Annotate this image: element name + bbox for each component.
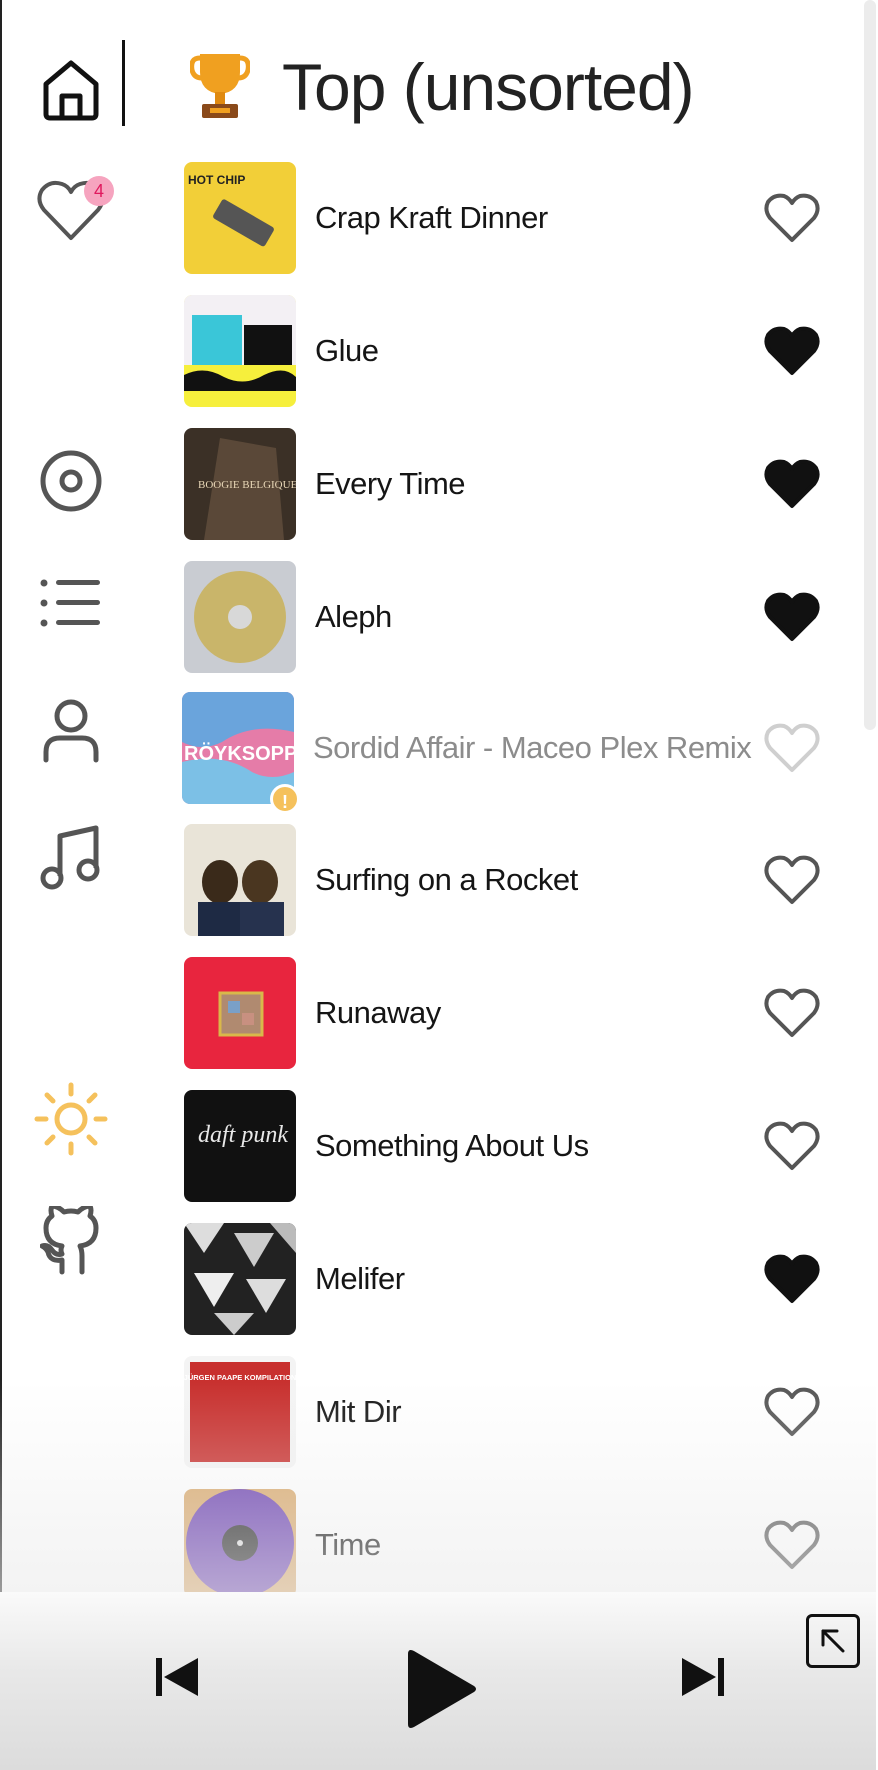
- heart-outline-icon[interactable]: [764, 192, 820, 244]
- album-art-hotchip: HOT CHIP: [188, 173, 274, 247]
- album-art-boogie-belgique: BOOGIE BELGIQUE: [198, 438, 296, 540]
- song-row[interactable]: Aleph: [184, 561, 834, 673]
- song-title: Aleph: [315, 599, 392, 634]
- page-title: Top (unsorted): [282, 50, 695, 124]
- album-cover: [184, 561, 296, 673]
- song-title: Time: [315, 1527, 381, 1562]
- song-row[interactable]: Time: [184, 1489, 834, 1601]
- heart-filled-icon[interactable]: [764, 325, 820, 377]
- heart-outline-icon[interactable]: [764, 722, 820, 774]
- previous-track-icon[interactable]: [154, 1654, 200, 1700]
- song-title: Runaway: [315, 995, 441, 1030]
- next-track-icon[interactable]: [680, 1654, 726, 1700]
- song-row[interactable]: HOT CHIP Crap Kraft Dinner: [184, 162, 834, 274]
- heart-outline-icon[interactable]: [764, 854, 820, 906]
- header: Top (unsorted): [0, 0, 878, 160]
- song-title: Every Time: [315, 466, 466, 501]
- album-art-aleph: [194, 571, 286, 663]
- sun-icon[interactable]: [34, 1082, 108, 1156]
- song-row[interactable]: Melifer: [184, 1223, 834, 1335]
- expand-player-button[interactable]: [806, 1614, 860, 1668]
- song-title: Crap Kraft Dinner: [315, 200, 548, 235]
- song-row[interactable]: Runaway: [184, 957, 834, 1069]
- song-title: Mit Dir: [315, 1394, 402, 1429]
- heart-outline-icon[interactable]: [764, 1519, 820, 1571]
- song-row[interactable]: daft punk Something About Us: [184, 1090, 834, 1202]
- header-divider: [122, 40, 125, 126]
- svg-text:BOOGIE BELGIQUE: BOOGIE BELGIQUE: [198, 479, 296, 491]
- song-title: Melifer: [315, 1261, 405, 1296]
- heart-filled-icon[interactable]: [764, 591, 820, 643]
- heart-outline-icon[interactable]: [764, 1120, 820, 1172]
- heart-outline-icon[interactable]: [764, 987, 820, 1039]
- svg-text:daft punk: daft punk: [198, 1122, 288, 1148]
- song-title: Glue: [315, 333, 379, 368]
- favorites-nav[interactable]: 4: [36, 176, 120, 248]
- album-cover: BOOGIE BELGIQUE: [184, 428, 296, 540]
- song-title: Sordid Affair - Maceo Plex Remix: [313, 730, 752, 765]
- play-icon[interactable]: [404, 1648, 478, 1730]
- heart-filled-icon[interactable]: [764, 1253, 820, 1305]
- album-art-daft-punk: daft punk: [198, 1122, 288, 1148]
- album-cover: daft punk: [184, 1090, 296, 1202]
- album-cover: [184, 1489, 296, 1597]
- svg-text:RÖYKSOPP: RÖYKSOPP: [184, 742, 294, 765]
- album-cover: [184, 1223, 296, 1335]
- heart-outline-icon[interactable]: [764, 1386, 820, 1438]
- song-row[interactable]: Glue: [184, 295, 834, 407]
- warning-badge-icon: !: [270, 784, 300, 814]
- song-row[interactable]: RÖYKSOPP ! Sordid Affair - Maceo Plex Re…: [182, 692, 832, 814]
- album-cover: [184, 295, 296, 407]
- album-art-runaway: [218, 991, 264, 1037]
- song-title: Something About Us: [315, 1128, 589, 1163]
- album-cover: JÜRGEN PAAPE KOMPILATION: [184, 1356, 296, 1468]
- album-cover: [184, 824, 296, 936]
- song-title: Surfing on a Rocket: [315, 862, 578, 897]
- scrollbar[interactable]: [864, 0, 876, 730]
- trophy-icon: [190, 54, 250, 118]
- album-art-juergen-paape: JÜRGEN PAAPE KOMPILATION: [184, 1362, 296, 1462]
- album-art-air: [198, 860, 284, 936]
- album-art-melifer: [184, 1223, 296, 1335]
- heart-filled-icon[interactable]: [764, 458, 820, 510]
- github-icon[interactable]: [40, 1206, 102, 1276]
- song-row[interactable]: JÜRGEN PAAPE KOMPILATION Mit Dir: [184, 1356, 834, 1468]
- user-icon[interactable]: [42, 698, 100, 764]
- album-cover: [184, 957, 296, 1069]
- album-art-glue: [184, 295, 296, 407]
- home-icon[interactable]: [40, 58, 102, 122]
- list-icon[interactable]: [40, 578, 102, 628]
- music-note-icon[interactable]: [40, 824, 102, 890]
- favorites-count-badge: 4: [84, 176, 114, 206]
- song-row[interactable]: BOOGIE BELGIQUE Every Time: [184, 428, 834, 540]
- svg-text:HOT CHIP: HOT CHIP: [188, 173, 245, 187]
- svg-text:JÜRGEN PAAPE KOMPILATION: JÜRGEN PAAPE KOMPILATION: [184, 1373, 296, 1382]
- album-cover: HOT CHIP: [184, 162, 296, 274]
- disc-icon[interactable]: [38, 448, 104, 514]
- arrow-up-left-icon: [821, 1629, 845, 1653]
- album-art-time: [186, 1489, 294, 1597]
- song-row[interactable]: Surfing on a Rocket: [184, 824, 834, 936]
